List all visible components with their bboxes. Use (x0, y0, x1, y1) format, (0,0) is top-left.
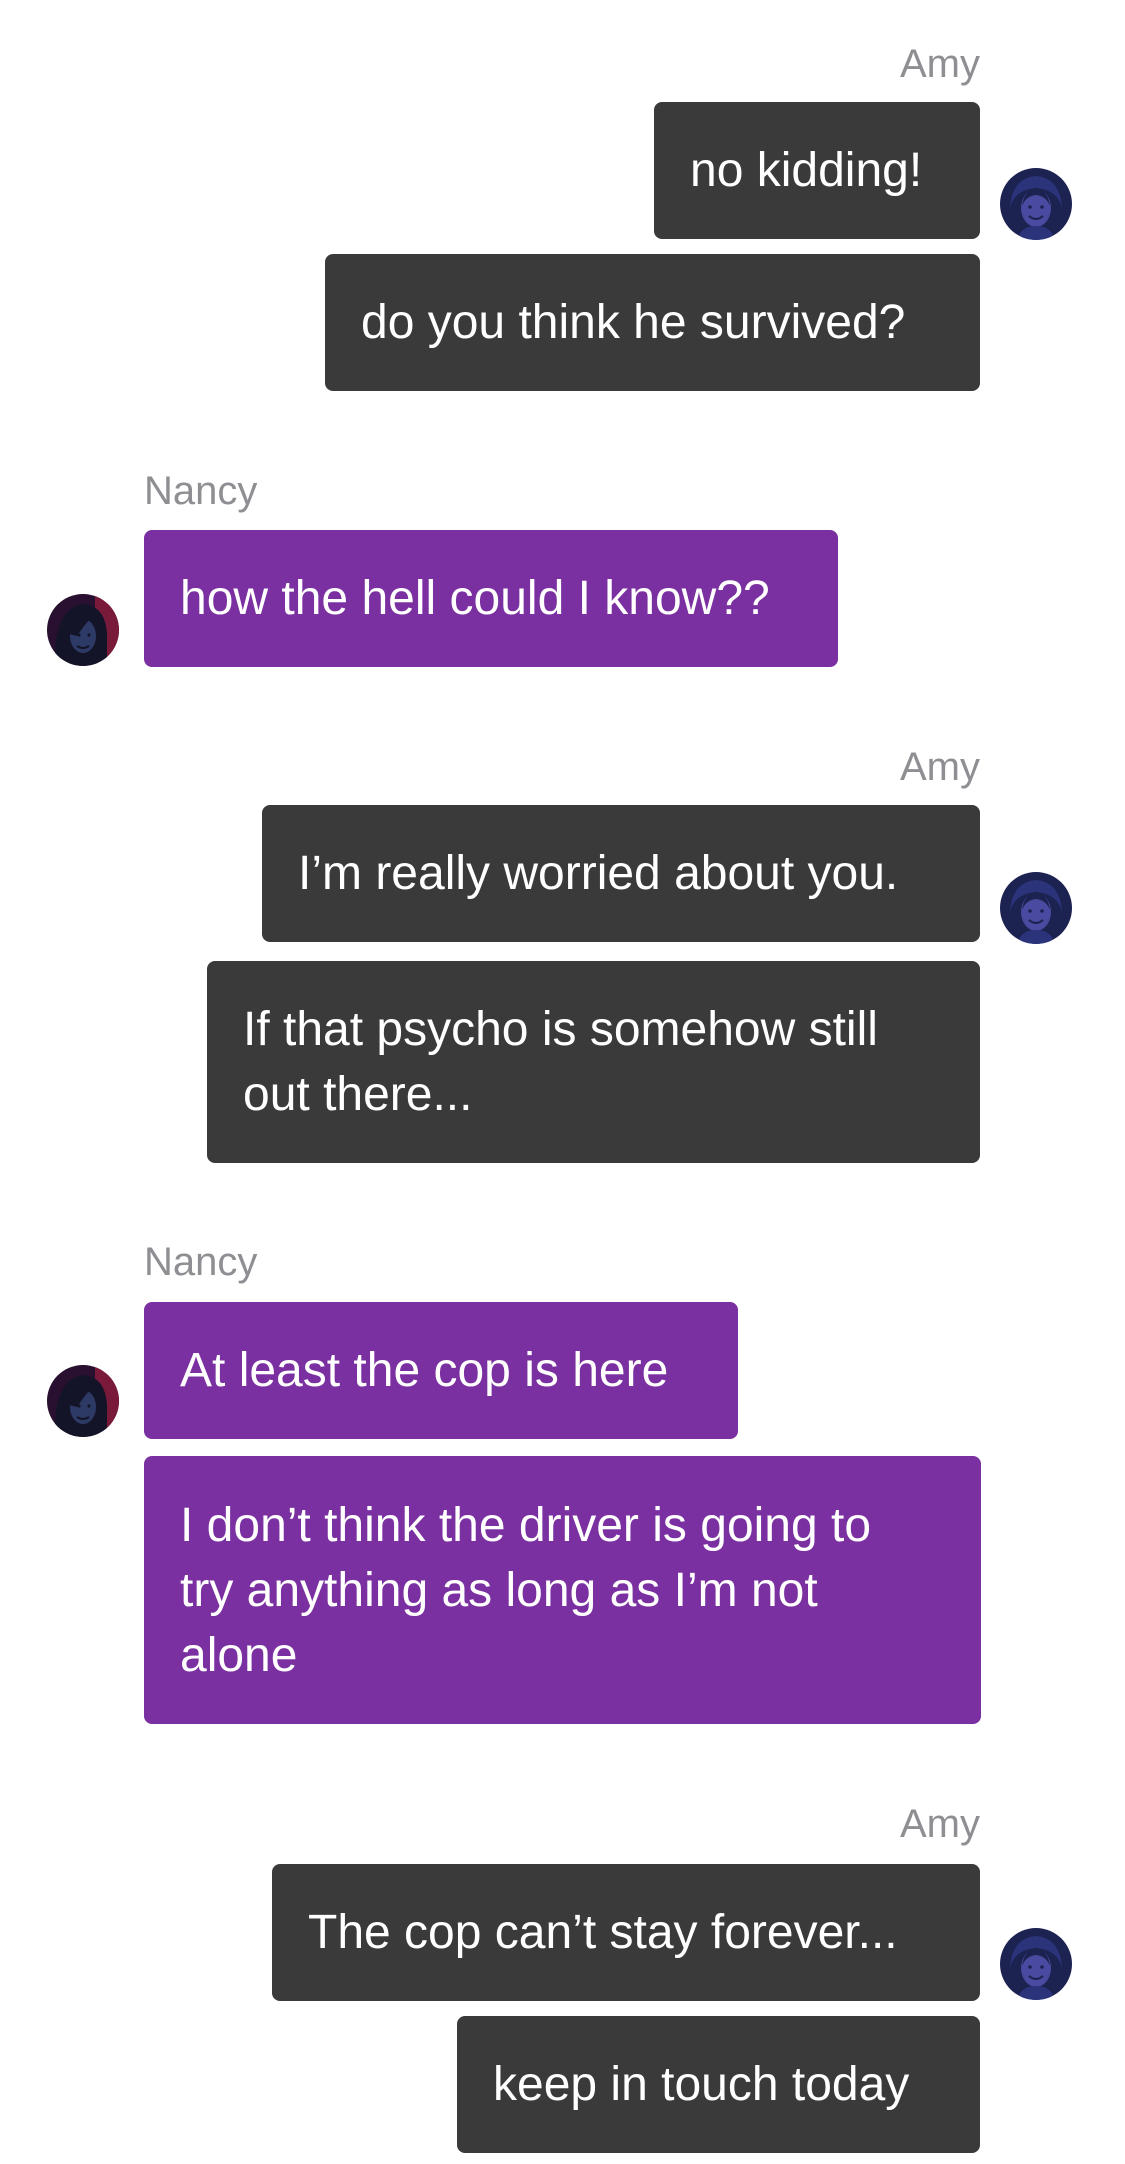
nancy-avatar[interactable] (47, 594, 119, 666)
message-bubble[interactable]: I’m really worried about you. (262, 805, 980, 942)
message-text: keep in touch today (493, 2058, 910, 2111)
message-text: The cop can’t stay forever... (308, 1906, 898, 1959)
sender-name-amy: Amy (900, 1802, 980, 1846)
message-text-line: alone (180, 1628, 298, 1682)
nancy-avatar[interactable] (47, 1365, 119, 1437)
sender-name-nancy: Nancy (144, 1240, 258, 1284)
sender-name-nancy: Nancy (144, 469, 258, 513)
amy-avatar[interactable] (1000, 168, 1072, 240)
message-text: how the hell could I know?? (180, 572, 770, 625)
message-bubble[interactable]: The cop can’t stay forever... (272, 1864, 980, 2001)
message-text-line: out there... (243, 1068, 473, 1121)
chat-thread: Amy no kidding! do you think he survived… (0, 0, 1125, 2164)
message-bubble[interactable]: keep in touch today (457, 2016, 980, 2153)
message-bubble[interactable]: no kidding! (654, 102, 980, 239)
message-text: no kidding! (690, 144, 923, 197)
message-bubble[interactable]: At least the cop is here (144, 1302, 738, 1439)
message-bubble[interactable]: how the hell could I know?? (144, 530, 838, 667)
message-text-line: I don’t think the driver is going to (180, 1498, 872, 1552)
message-bubble[interactable]: If that psycho is somehow still out ther… (207, 961, 980, 1163)
message-bubble[interactable]: do you think he survived? (325, 254, 980, 391)
sender-name-amy: Amy (900, 42, 980, 86)
sender-name-amy: Amy (900, 745, 980, 789)
message-bubble[interactable]: I don’t think the driver is going to try… (144, 1456, 981, 1724)
message-text: do you think he survived? (361, 296, 906, 349)
message-text: At least the cop is here (180, 1344, 669, 1397)
amy-avatar[interactable] (1000, 872, 1072, 944)
message-text-line: try anything as long as I’m not (180, 1563, 818, 1617)
message-text: I’m really worried about you. (298, 847, 899, 900)
amy-avatar[interactable] (1000, 1928, 1072, 2000)
message-text-line: If that psycho is somehow still (243, 1003, 878, 1056)
